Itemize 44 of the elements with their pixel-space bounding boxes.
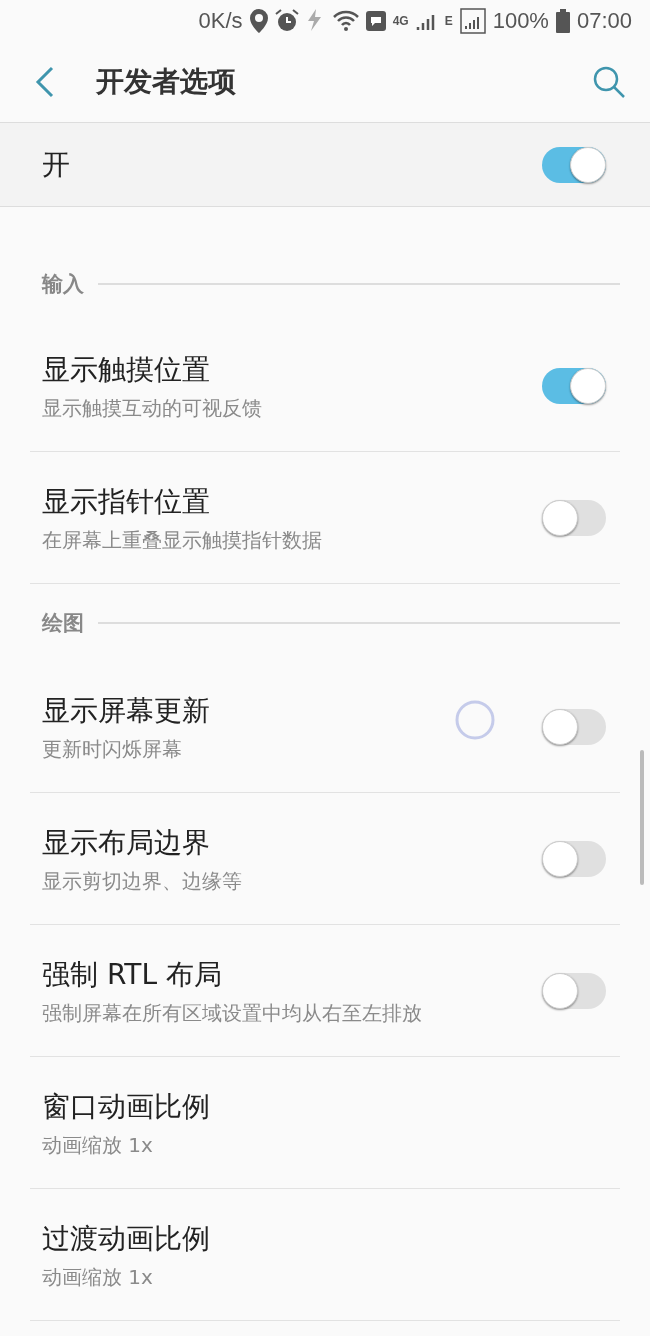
settings-item[interactable]: 显示指针位置 在屏幕上重叠显示触摸指针数据 (30, 452, 620, 584)
item-subtitle: 更新时闪烁屏幕 (42, 736, 182, 763)
page-title: 开发者选项 (96, 64, 237, 100)
item-subtitle: 在屏幕上重叠显示触摸指针数据 (42, 527, 322, 554)
item-title: 显示指针位置 (42, 485, 210, 519)
item-subtitle: 强制屏幕在所有区域设置中均从右至左排放 (42, 1000, 422, 1027)
touch-indicator-icon (455, 700, 495, 740)
item-title: 过渡动画比例 (42, 1222, 210, 1256)
message-icon (365, 11, 386, 31)
item-title: 强制 RTL 布局 (42, 958, 222, 992)
data-type: E (444, 15, 453, 27)
location-icon (249, 9, 268, 33)
settings-item[interactable]: 显示屏幕更新 更新时闪烁屏幕 (30, 661, 620, 793)
item-title: 显示屏幕更新 (42, 694, 210, 728)
settings-item[interactable]: 过渡动画比例 动画缩放 1x (30, 1189, 620, 1321)
network-type: 4G (392, 15, 409, 27)
item-subtitle: 显示触摸互动的可视反馈 (42, 395, 262, 422)
battery-percent: 100% (492, 8, 549, 34)
toggle-switch[interactable] (542, 841, 606, 877)
settings-item[interactable]: 显示触摸位置 显示触摸互动的可视反馈 (30, 320, 620, 452)
settings-item[interactable]: 窗口动画比例 动画缩放 1x (30, 1057, 620, 1189)
item-subtitle: 动画缩放 1x (42, 1132, 153, 1159)
alarm-icon (274, 9, 299, 33)
item-title: 窗口动画比例 (42, 1090, 210, 1124)
toggle-switch[interactable] (542, 973, 606, 1009)
toggle-switch[interactable] (542, 368, 606, 404)
item-subtitle: 动画缩放 1x (42, 1264, 153, 1291)
clock: 07:00 (576, 8, 632, 34)
section-header: 输入 (42, 271, 84, 298)
toggle-switch[interactable] (542, 146, 606, 183)
item-title: 显示布局边界 (42, 826, 210, 860)
master-switch-label: 开 (42, 146, 71, 183)
network-speed: 0K/s (198, 8, 243, 34)
toggle-switch[interactable] (542, 500, 606, 536)
wifi-icon (332, 10, 359, 32)
settings-item[interactable]: 显示布局边界 显示剪切边界、边缘等 (30, 793, 620, 925)
signal-icon (459, 8, 486, 34)
item-subtitle: 显示剪切边界、边缘等 (42, 868, 242, 895)
section-header: 绘图 (42, 610, 84, 637)
settings-item[interactable]: 强制 RTL 布局 强制屏幕在所有区域设置中均从右至左排放 (30, 925, 620, 1057)
battery-icon (555, 9, 570, 33)
toggle-switch[interactable] (542, 709, 606, 745)
item-title: 显示触摸位置 (42, 353, 210, 387)
search-icon[interactable] (592, 65, 626, 99)
